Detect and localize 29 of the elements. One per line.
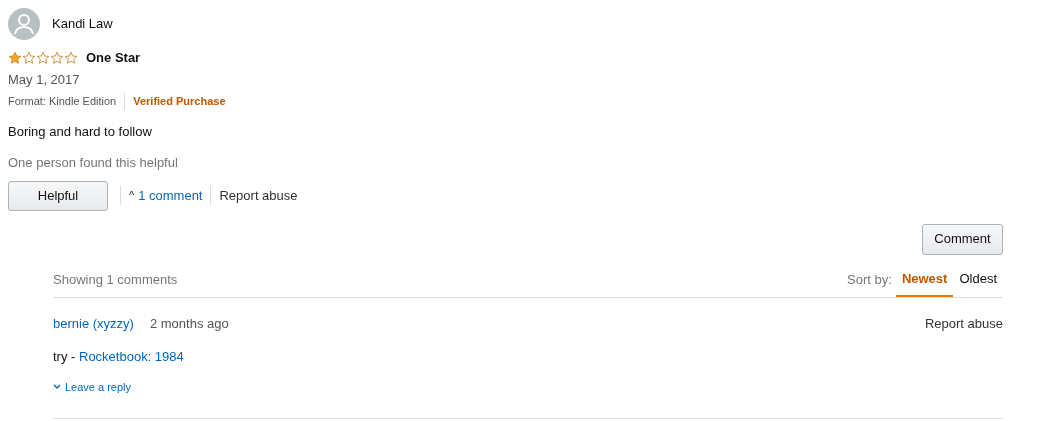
sort-label: Sort by: bbox=[847, 270, 892, 289]
comment-link[interactable]: Rocketbook: 1984 bbox=[79, 348, 184, 364]
caret-icon: ^ bbox=[129, 187, 135, 204]
verified-purchase-label: Verified Purchase bbox=[132, 94, 226, 109]
review-title: One Star bbox=[86, 49, 141, 67]
star-icon bbox=[8, 50, 22, 65]
leave-reply-link[interactable]: Leave a reply bbox=[65, 379, 132, 396]
star-icon bbox=[22, 50, 36, 65]
star-icon bbox=[50, 50, 64, 65]
review-body: Boring and hard to follow bbox=[8, 122, 153, 141]
comment-button[interactable]: Comment bbox=[922, 223, 1003, 255]
comment-time: 2 months ago bbox=[149, 315, 229, 333]
comments-count: Showing 1 comments bbox=[53, 270, 178, 289]
report-abuse-link[interactable]: Report abuse bbox=[924, 314, 1003, 334]
chevron-down-icon bbox=[53, 384, 61, 391]
comment-text: try - Rocketbook: 1984 bbox=[53, 347, 185, 366]
avatar-icon bbox=[8, 8, 40, 40]
commenter-name[interactable]: bernie (xyzzy) bbox=[53, 314, 134, 334]
star-icon bbox=[64, 50, 78, 65]
helpful-button[interactable]: Helpful bbox=[8, 180, 108, 211]
report-abuse-link[interactable]: Report abuse bbox=[219, 185, 298, 206]
reviewer-name: Kandi Law bbox=[52, 15, 113, 34]
format-label: Format: Kindle Edition bbox=[8, 93, 126, 110]
star-icon bbox=[36, 50, 50, 65]
review-date: May 1, 2017 bbox=[8, 70, 81, 89]
sort-tab[interactable]: Newest bbox=[895, 268, 954, 297]
comments-link[interactable]: 1 comment bbox=[138, 185, 212, 206]
helpful-count: One person found this helpful bbox=[8, 154, 179, 172]
sort-tab[interactable]: Oldest bbox=[953, 268, 1003, 297]
